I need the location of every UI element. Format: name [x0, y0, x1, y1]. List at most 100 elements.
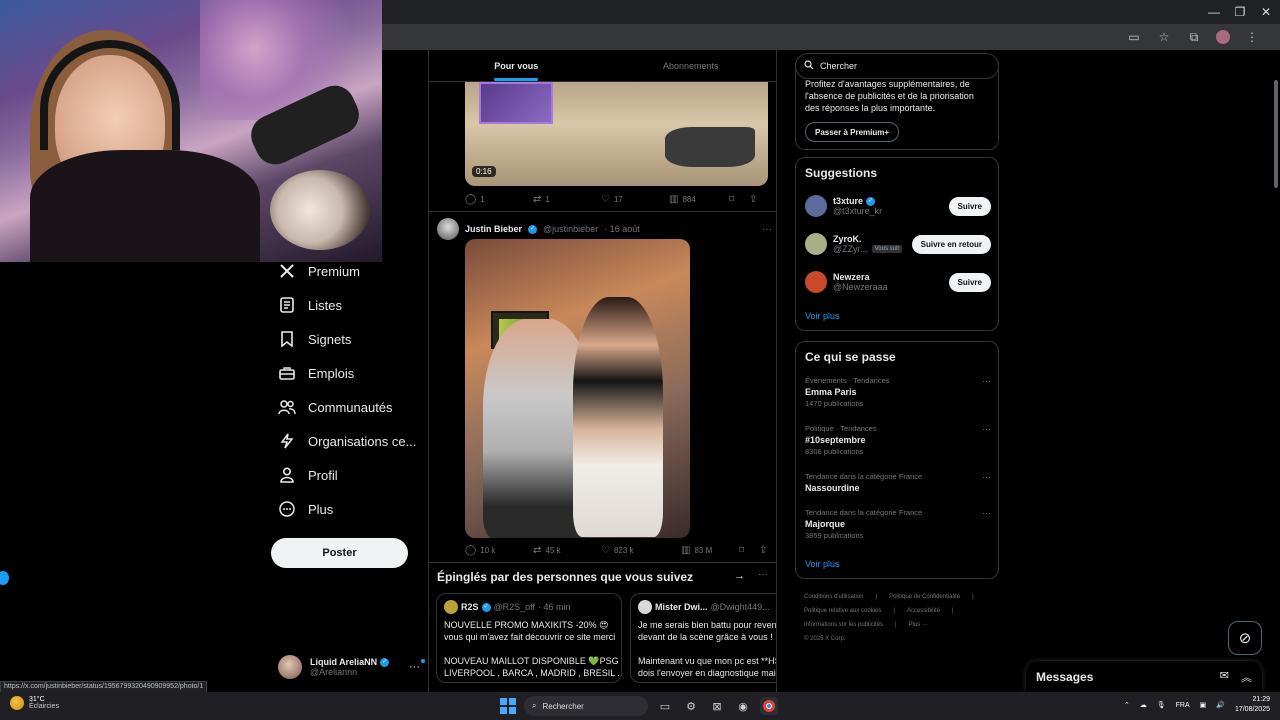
more-icon[interactable]: ···: [982, 472, 991, 482]
weather-widget[interactable]: 31°C Éclaircies: [10, 696, 59, 710]
views-button[interactable]: ▥ 83 M: [681, 545, 739, 556]
repost-button[interactable]: ⇄ 45 k: [533, 545, 601, 556]
task-view-icon[interactable]: ▭: [656, 697, 674, 715]
chevron-up-icon[interactable]: ⌃: [1124, 701, 1130, 709]
footer-link-privacy[interactable]: Politique de Confidentialité: [889, 594, 960, 600]
windows-start-icon[interactable]: [500, 698, 516, 714]
monitor-icon[interactable]: ▣: [1200, 701, 1207, 709]
pinned-card[interactable]: Mister Dwi... @Dwight449... Je me serais…: [630, 593, 777, 683]
reply-button[interactable]: ◯ 10 k: [465, 545, 533, 556]
more-icon[interactable]: ···: [982, 508, 991, 518]
tab-following[interactable]: Abonnements: [604, 50, 777, 81]
search-box[interactable]: [795, 53, 999, 79]
footer-link-cookies[interactable]: Politique relative aux cookies: [804, 608, 881, 614]
suggestion-item[interactable]: ZyroK. @ZZyr... Vous suit Suivre en retou…: [805, 231, 991, 257]
trend-item[interactable]: Tendance dans la catégorie France Majorq…: [805, 508, 991, 540]
follow-button[interactable]: Suivre: [948, 196, 991, 216]
cast-icon[interactable]: ▭: [1126, 29, 1142, 45]
nav-item-more[interactable]: Plus: [270, 492, 420, 526]
nav-item-lists[interactable]: Listes: [270, 288, 420, 322]
premium-button[interactable]: Passer à Premium+: [805, 122, 900, 142]
trend-item[interactable]: Politique · Tendances #10septembre 8306 …: [805, 424, 991, 456]
x-logo-icon: [278, 262, 296, 280]
tweet-date[interactable]: · 16 août: [604, 224, 640, 234]
star-icon[interactable]: ☆: [1156, 29, 1172, 45]
more-icon[interactable]: ···: [762, 224, 772, 235]
taskbar-search[interactable]: ⌕ Rechercher: [524, 696, 648, 716]
steam-icon[interactable]: ◉: [734, 697, 752, 715]
person-icon: [278, 466, 296, 484]
repost-button[interactable]: ⇄ 1: [533, 194, 601, 205]
reply-button[interactable]: ◯ 1: [465, 194, 533, 205]
bookmark-button[interactable]: ⌑: [739, 545, 759, 556]
microphone-icon[interactable]: 🎙: [1157, 701, 1166, 709]
messages-drawer[interactable]: Messages ✉ ︽: [1026, 661, 1262, 692]
nav-item-bookmarks[interactable]: Signets: [270, 322, 420, 356]
grok-button[interactable]: ⊘: [1228, 621, 1262, 655]
verified-icon: ✓: [481, 602, 491, 612]
account-switcher[interactable]: Liquid AreliaNN ✓ @Areliannn ···: [278, 654, 425, 680]
suggestions-see-more-link[interactable]: Voir plus: [805, 311, 840, 321]
search-input[interactable]: [820, 61, 990, 71]
bookmark-button[interactable]: ⌑: [729, 194, 749, 205]
follow-button[interactable]: Suivre: [948, 272, 991, 292]
more-icon[interactable]: ···: [982, 376, 991, 386]
browser-toolbar: ▭ ☆ ⧉ ⋮: [1126, 29, 1260, 45]
suggestion-item[interactable]: Newzera @Newzeraaa Suivre: [805, 269, 991, 295]
follow-back-button[interactable]: Suivre en retour: [911, 234, 991, 254]
like-count: 17: [613, 194, 623, 204]
tweet-author-handle[interactable]: @justinbieber: [543, 224, 598, 234]
clock[interactable]: 21:29 17/08/2025: [1235, 695, 1270, 715]
trend-item[interactable]: Événements · Tendances Emma Paris 1470 p…: [805, 376, 991, 408]
tab-for-you[interactable]: Pour vous: [429, 50, 604, 81]
footer-link-ads[interactable]: Informations sur les publicités: [804, 622, 883, 628]
pinned-card[interactable]: R2S ✓ @R2S_off · 46 min NOUVELLE PROMO M…: [436, 593, 622, 683]
suggestion-item[interactable]: t3xture ✓ @t3xture_kr Suivre: [805, 193, 991, 219]
footer-link-terms[interactable]: Conditions d'utilisation: [804, 594, 864, 600]
tweet-author-name[interactable]: Justin Bieber: [465, 224, 522, 234]
reply-icon: ◯: [465, 544, 477, 556]
tweet-video[interactable]: 0:16: [465, 82, 768, 186]
footer-link-more[interactable]: Plus ···: [909, 622, 928, 628]
trend-item[interactable]: Tendance dans la catégorie France Nassou…: [805, 472, 991, 493]
views-button[interactable]: ▥ 884: [669, 194, 729, 205]
like-button[interactable]: ♡ 823 k: [601, 545, 681, 556]
settings-icon[interactable]: ⚙: [682, 697, 700, 715]
browser-profile-avatar[interactable]: [1216, 30, 1230, 44]
xbox-icon[interactable]: ⊠: [708, 697, 726, 715]
language-indicator[interactable]: FRA: [1176, 702, 1190, 709]
volume-icon[interactable]: 🔊: [1216, 701, 1225, 709]
browser-menu-icon[interactable]: ⋮: [1244, 29, 1260, 45]
more-icon[interactable]: ···: [409, 659, 425, 673]
new-message-icon[interactable]: ✉: [1220, 669, 1229, 685]
arrow-right-icon[interactable]: →: [734, 570, 745, 582]
footer-link-accessibility[interactable]: Accessibilité: [907, 608, 940, 614]
minimize-icon[interactable]: —: [1206, 4, 1222, 20]
nav-item-premium[interactable]: Premium: [270, 254, 420, 288]
more-icon[interactable]: ···: [982, 424, 991, 434]
pinned-line: Maintenant vu que mon pc est **HS: [638, 656, 777, 666]
restore-icon[interactable]: ❐: [1232, 4, 1248, 20]
extensions-icon[interactable]: ⧉: [1186, 29, 1202, 45]
like-button[interactable]: ♡ 17: [601, 194, 669, 205]
chevron-up-icon[interactable]: ︽: [1241, 669, 1252, 685]
page-scrollbar[interactable]: [1272, 50, 1280, 692]
nav-item-profile[interactable]: Profil: [270, 458, 420, 492]
footer-separator: |: [895, 622, 897, 628]
share-button[interactable]: ⇪: [749, 194, 757, 205]
post-button[interactable]: Poster: [271, 538, 408, 568]
close-icon[interactable]: ✕: [1258, 4, 1274, 20]
trends-see-more-link[interactable]: Voir plus: [805, 559, 840, 569]
pinned-line: NOUVELLE PROMO MAXIKITS -20% 😍: [444, 620, 609, 630]
avatar[interactable]: [437, 218, 459, 240]
share-button[interactable]: ⇪: [759, 545, 767, 556]
nav-item-jobs[interactable]: Emplois: [270, 356, 420, 390]
cloud-icon[interactable]: ☁: [1140, 701, 1147, 709]
nav-item-organizations[interactable]: Organisations ce...: [270, 424, 420, 458]
nav-item-communities[interactable]: Communautés: [270, 390, 420, 424]
more-icon[interactable]: ···: [758, 569, 768, 580]
trend-category: Politique · Tendances: [805, 424, 877, 433]
tweet-photo[interactable]: [465, 239, 690, 538]
scrollbar-thumb[interactable]: [1274, 80, 1278, 188]
chrome-icon[interactable]: [760, 697, 778, 715]
